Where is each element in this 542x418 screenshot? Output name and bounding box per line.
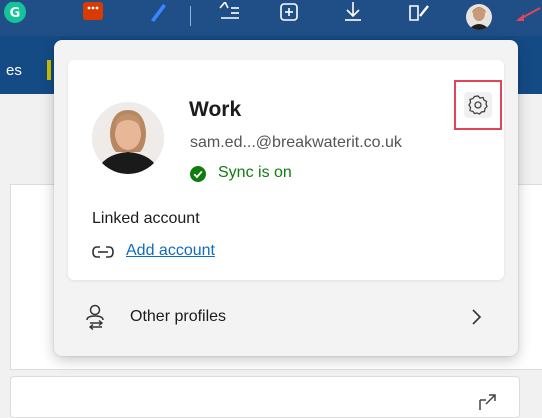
other-profiles-label: Other profiles [130, 308, 227, 325]
profile-card: Work sam.ed...@breakwaterit.co.uk Sync i… [68, 60, 504, 280]
add-account-label[interactable]: Add account [126, 242, 215, 260]
svg-text:G: G [10, 6, 21, 21]
office-icon[interactable] [80, 2, 106, 28]
gear-icon [468, 95, 488, 115]
profile-popup: Work sam.ed...@breakwaterit.co.uk Sync i… [54, 40, 518, 356]
linked-account-label: Linked account [92, 210, 200, 227]
sync-status-text: Sync is on [218, 164, 292, 181]
performance-icon[interactable] [406, 2, 432, 28]
toolbar-divider [190, 6, 191, 26]
profile-name: Work [189, 98, 242, 121]
profile-email: sam.ed...@breakwaterit.co.uk [190, 134, 402, 151]
profile-avatar-button[interactable] [466, 4, 492, 30]
page-header-accent [47, 60, 51, 80]
profile-settings-button[interactable] [454, 80, 502, 130]
collections-icon[interactable] [276, 2, 302, 28]
settings-button-bg [464, 92, 492, 118]
chevron-right-icon [472, 309, 482, 325]
profile-photo-icon [92, 102, 164, 174]
profile-avatar [92, 102, 164, 174]
switch-profile-icon [86, 304, 104, 330]
check-circle-icon [190, 166, 206, 182]
link-icon [92, 246, 114, 258]
annotation-arrow-icon [516, 7, 541, 21]
favorites-icon[interactable] [216, 2, 242, 28]
external-link-icon[interactable] [478, 394, 498, 410]
page-header-partial-text: es [6, 62, 22, 79]
browser-toolbar: G [0, 0, 542, 36]
profile-avatar-icon [468, 7, 490, 30]
other-profiles-button[interactable]: Other profiles [68, 294, 504, 340]
grammarly-icon[interactable]: G [2, 2, 28, 28]
downloads-icon[interactable] [340, 2, 366, 28]
background-card-lower [10, 376, 520, 418]
pen-icon[interactable] [145, 2, 171, 28]
